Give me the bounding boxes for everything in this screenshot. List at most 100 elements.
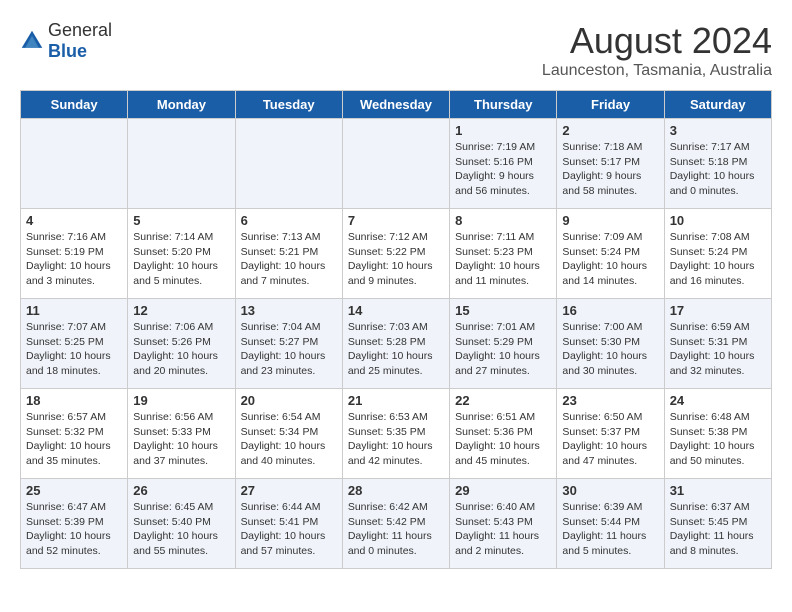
calendar-table: SundayMondayTuesdayWednesdayThursdayFrid… — [20, 90, 772, 569]
cell-info: Sunrise: 7:18 AM Sunset: 5:17 PM Dayligh… — [562, 140, 658, 199]
calendar-cell: 29 Sunrise: 6:40 AM Sunset: 5:43 PM Dayli… — [450, 479, 557, 569]
calendar-cell: 12Sunrise: 7:06 AM Sunset: 5:26 PM Dayli… — [128, 299, 235, 389]
cell-info: Sunrise: 6:39 AM Sunset: 5:44 PM Dayligh… — [562, 500, 658, 559]
calendar-cell: 6 Sunrise: 7:13 AM Sunset: 5:21 PM Daylig… — [235, 209, 342, 299]
calendar-cell: 30Sunrise: 6:39 AM Sunset: 5:44 PM Dayli… — [557, 479, 664, 569]
day-number: 1 — [455, 123, 551, 138]
cell-info: Sunrise: 7:11 AM Sunset: 5:23 PM Dayligh… — [455, 230, 551, 289]
cell-info: Sunrise: 7:12 AM Sunset: 5:22 PM Dayligh… — [348, 230, 444, 289]
cell-info: Sunrise: 6:51 AM Sunset: 5:36 PM Dayligh… — [455, 410, 551, 469]
day-number: 14 — [348, 303, 444, 318]
week-row-3: 11 Sunrise: 7:07 AM Sunset: 5:25 PM Dayli… — [21, 299, 772, 389]
day-number: 2 — [562, 123, 658, 138]
calendar-cell — [21, 119, 128, 209]
calendar-cell: 13Sunrise: 7:04 AM Sunset: 5:27 PM Dayli… — [235, 299, 342, 389]
subtitle: Launceston, Tasmania, Australia — [542, 62, 772, 80]
cell-info: Sunrise: 7:17 AM Sunset: 5:18 PM Dayligh… — [670, 140, 766, 199]
header-day-friday: Friday — [557, 91, 664, 119]
calendar-cell: 17 Sunrise: 6:59 AM Sunset: 5:31 PM Dayli… — [664, 299, 771, 389]
day-number: 4 — [26, 213, 122, 228]
calendar-cell: 23 Sunrise: 6:50 AM Sunset: 5:37 PM Dayli… — [557, 389, 664, 479]
day-number: 6 — [241, 213, 337, 228]
day-number: 12 — [133, 303, 229, 318]
day-number: 7 — [348, 213, 444, 228]
cell-info: Sunrise: 6:50 AM Sunset: 5:37 PM Dayligh… — [562, 410, 658, 469]
cell-info: Sunrise: 6:37 AM Sunset: 5:45 PM Dayligh… — [670, 500, 766, 559]
calendar-cell: 16 Sunrise: 7:00 AM Sunset: 5:30 PM Dayli… — [557, 299, 664, 389]
cell-info: Sunrise: 7:13 AM Sunset: 5:21 PM Dayligh… — [241, 230, 337, 289]
logo-icon — [20, 29, 44, 53]
cell-info: Sunrise: 7:09 AM Sunset: 5:24 PM Dayligh… — [562, 230, 658, 289]
calendar-cell — [235, 119, 342, 209]
cell-info: Sunrise: 6:45 AM Sunset: 5:40 PM Dayligh… — [133, 500, 229, 559]
week-row-5: 25 Sunrise: 6:47 AM Sunset: 5:39 PM Dayli… — [21, 479, 772, 569]
calendar-cell: 7 Sunrise: 7:12 AM Sunset: 5:22 PM Daylig… — [342, 209, 449, 299]
calendar-cell: 24 Sunrise: 6:48 AM Sunset: 5:38 PM Dayli… — [664, 389, 771, 479]
day-number: 24 — [670, 393, 766, 408]
header-day-saturday: Saturday — [664, 91, 771, 119]
day-number: 19 — [133, 393, 229, 408]
day-number: 31 — [670, 483, 766, 498]
cell-info: Sunrise: 6:57 AM Sunset: 5:32 PM Dayligh… — [26, 410, 122, 469]
week-row-4: 18 Sunrise: 6:57 AM Sunset: 5:32 PM Dayli… — [21, 389, 772, 479]
cell-info: Sunrise: 6:47 AM Sunset: 5:39 PM Dayligh… — [26, 500, 122, 559]
day-number: 8 — [455, 213, 551, 228]
day-number: 23 — [562, 393, 658, 408]
day-number: 3 — [670, 123, 766, 138]
calendar-cell: 11 Sunrise: 7:07 AM Sunset: 5:25 PM Dayli… — [21, 299, 128, 389]
cell-info: Sunrise: 7:01 AM Sunset: 5:29 PM Dayligh… — [455, 320, 551, 379]
day-number: 25 — [26, 483, 122, 498]
page-header: General Blue August 2024 Launceston, Tas… — [20, 20, 772, 80]
day-number: 27 — [241, 483, 337, 498]
day-number: 9 — [562, 213, 658, 228]
logo-general: General — [48, 20, 112, 40]
header-day-tuesday: Tuesday — [235, 91, 342, 119]
calendar-cell — [128, 119, 235, 209]
day-number: 22 — [455, 393, 551, 408]
cell-info: Sunrise: 7:00 AM Sunset: 5:30 PM Dayligh… — [562, 320, 658, 379]
day-number: 10 — [670, 213, 766, 228]
logo: General Blue — [20, 20, 112, 62]
calendar-cell: 4Sunrise: 7:16 AM Sunset: 5:19 PM Daylig… — [21, 209, 128, 299]
cell-info: Sunrise: 6:53 AM Sunset: 5:35 PM Dayligh… — [348, 410, 444, 469]
day-number: 21 — [348, 393, 444, 408]
header-day-wednesday: Wednesday — [342, 91, 449, 119]
header-day-monday: Monday — [128, 91, 235, 119]
day-number: 17 — [670, 303, 766, 318]
calendar-cell: 22 Sunrise: 6:51 AM Sunset: 5:36 PM Dayli… — [450, 389, 557, 479]
day-number: 20 — [241, 393, 337, 408]
calendar-cell: 31 Sunrise: 6:37 AM Sunset: 5:45 PM Dayli… — [664, 479, 771, 569]
calendar-cell: 3 Sunrise: 7:17 AM Sunset: 5:18 PM Daylig… — [664, 119, 771, 209]
header-day-thursday: Thursday — [450, 91, 557, 119]
cell-info: Sunrise: 6:48 AM Sunset: 5:38 PM Dayligh… — [670, 410, 766, 469]
cell-info: Sunrise: 6:42 AM Sunset: 5:42 PM Dayligh… — [348, 500, 444, 559]
calendar-cell: 19Sunrise: 6:56 AM Sunset: 5:33 PM Dayli… — [128, 389, 235, 479]
cell-info: Sunrise: 6:59 AM Sunset: 5:31 PM Dayligh… — [670, 320, 766, 379]
calendar-cell — [342, 119, 449, 209]
cell-info: Sunrise: 6:40 AM Sunset: 5:43 PM Dayligh… — [455, 500, 551, 559]
day-number: 16 — [562, 303, 658, 318]
cell-info: Sunrise: 7:03 AM Sunset: 5:28 PM Dayligh… — [348, 320, 444, 379]
calendar-cell: 20Sunrise: 6:54 AM Sunset: 5:34 PM Dayli… — [235, 389, 342, 479]
calendar-cell: 5 Sunrise: 7:14 AM Sunset: 5:20 PM Daylig… — [128, 209, 235, 299]
day-number: 28 — [348, 483, 444, 498]
cell-info: Sunrise: 6:44 AM Sunset: 5:41 PM Dayligh… — [241, 500, 337, 559]
cell-info: Sunrise: 7:14 AM Sunset: 5:20 PM Dayligh… — [133, 230, 229, 289]
day-number: 29 — [455, 483, 551, 498]
calendar-cell: 9 Sunrise: 7:09 AM Sunset: 5:24 PM Daylig… — [557, 209, 664, 299]
cell-info: Sunrise: 7:19 AM Sunset: 5:16 PM Dayligh… — [455, 140, 551, 199]
cell-info: Sunrise: 7:07 AM Sunset: 5:25 PM Dayligh… — [26, 320, 122, 379]
day-number: 26 — [133, 483, 229, 498]
calendar-cell: 27 Sunrise: 6:44 AM Sunset: 5:41 PM Dayli… — [235, 479, 342, 569]
calendar-cell: 14 Sunrise: 7:03 AM Sunset: 5:28 PM Dayli… — [342, 299, 449, 389]
day-number: 11 — [26, 303, 122, 318]
day-number: 5 — [133, 213, 229, 228]
calendar-cell: 26 Sunrise: 6:45 AM Sunset: 5:40 PM Dayli… — [128, 479, 235, 569]
calendar-cell: 1 Sunrise: 7:19 AM Sunset: 5:16 PM Daylig… — [450, 119, 557, 209]
day-number: 18 — [26, 393, 122, 408]
calendar-cell: 21 Sunrise: 6:53 AM Sunset: 5:35 PM Dayli… — [342, 389, 449, 479]
cell-info: Sunrise: 7:04 AM Sunset: 5:27 PM Dayligh… — [241, 320, 337, 379]
header-row: SundayMondayTuesdayWednesdayThursdayFrid… — [21, 91, 772, 119]
calendar-cell: 8 Sunrise: 7:11 AM Sunset: 5:23 PM Daylig… — [450, 209, 557, 299]
week-row-2: 4Sunrise: 7:16 AM Sunset: 5:19 PM Daylig… — [21, 209, 772, 299]
